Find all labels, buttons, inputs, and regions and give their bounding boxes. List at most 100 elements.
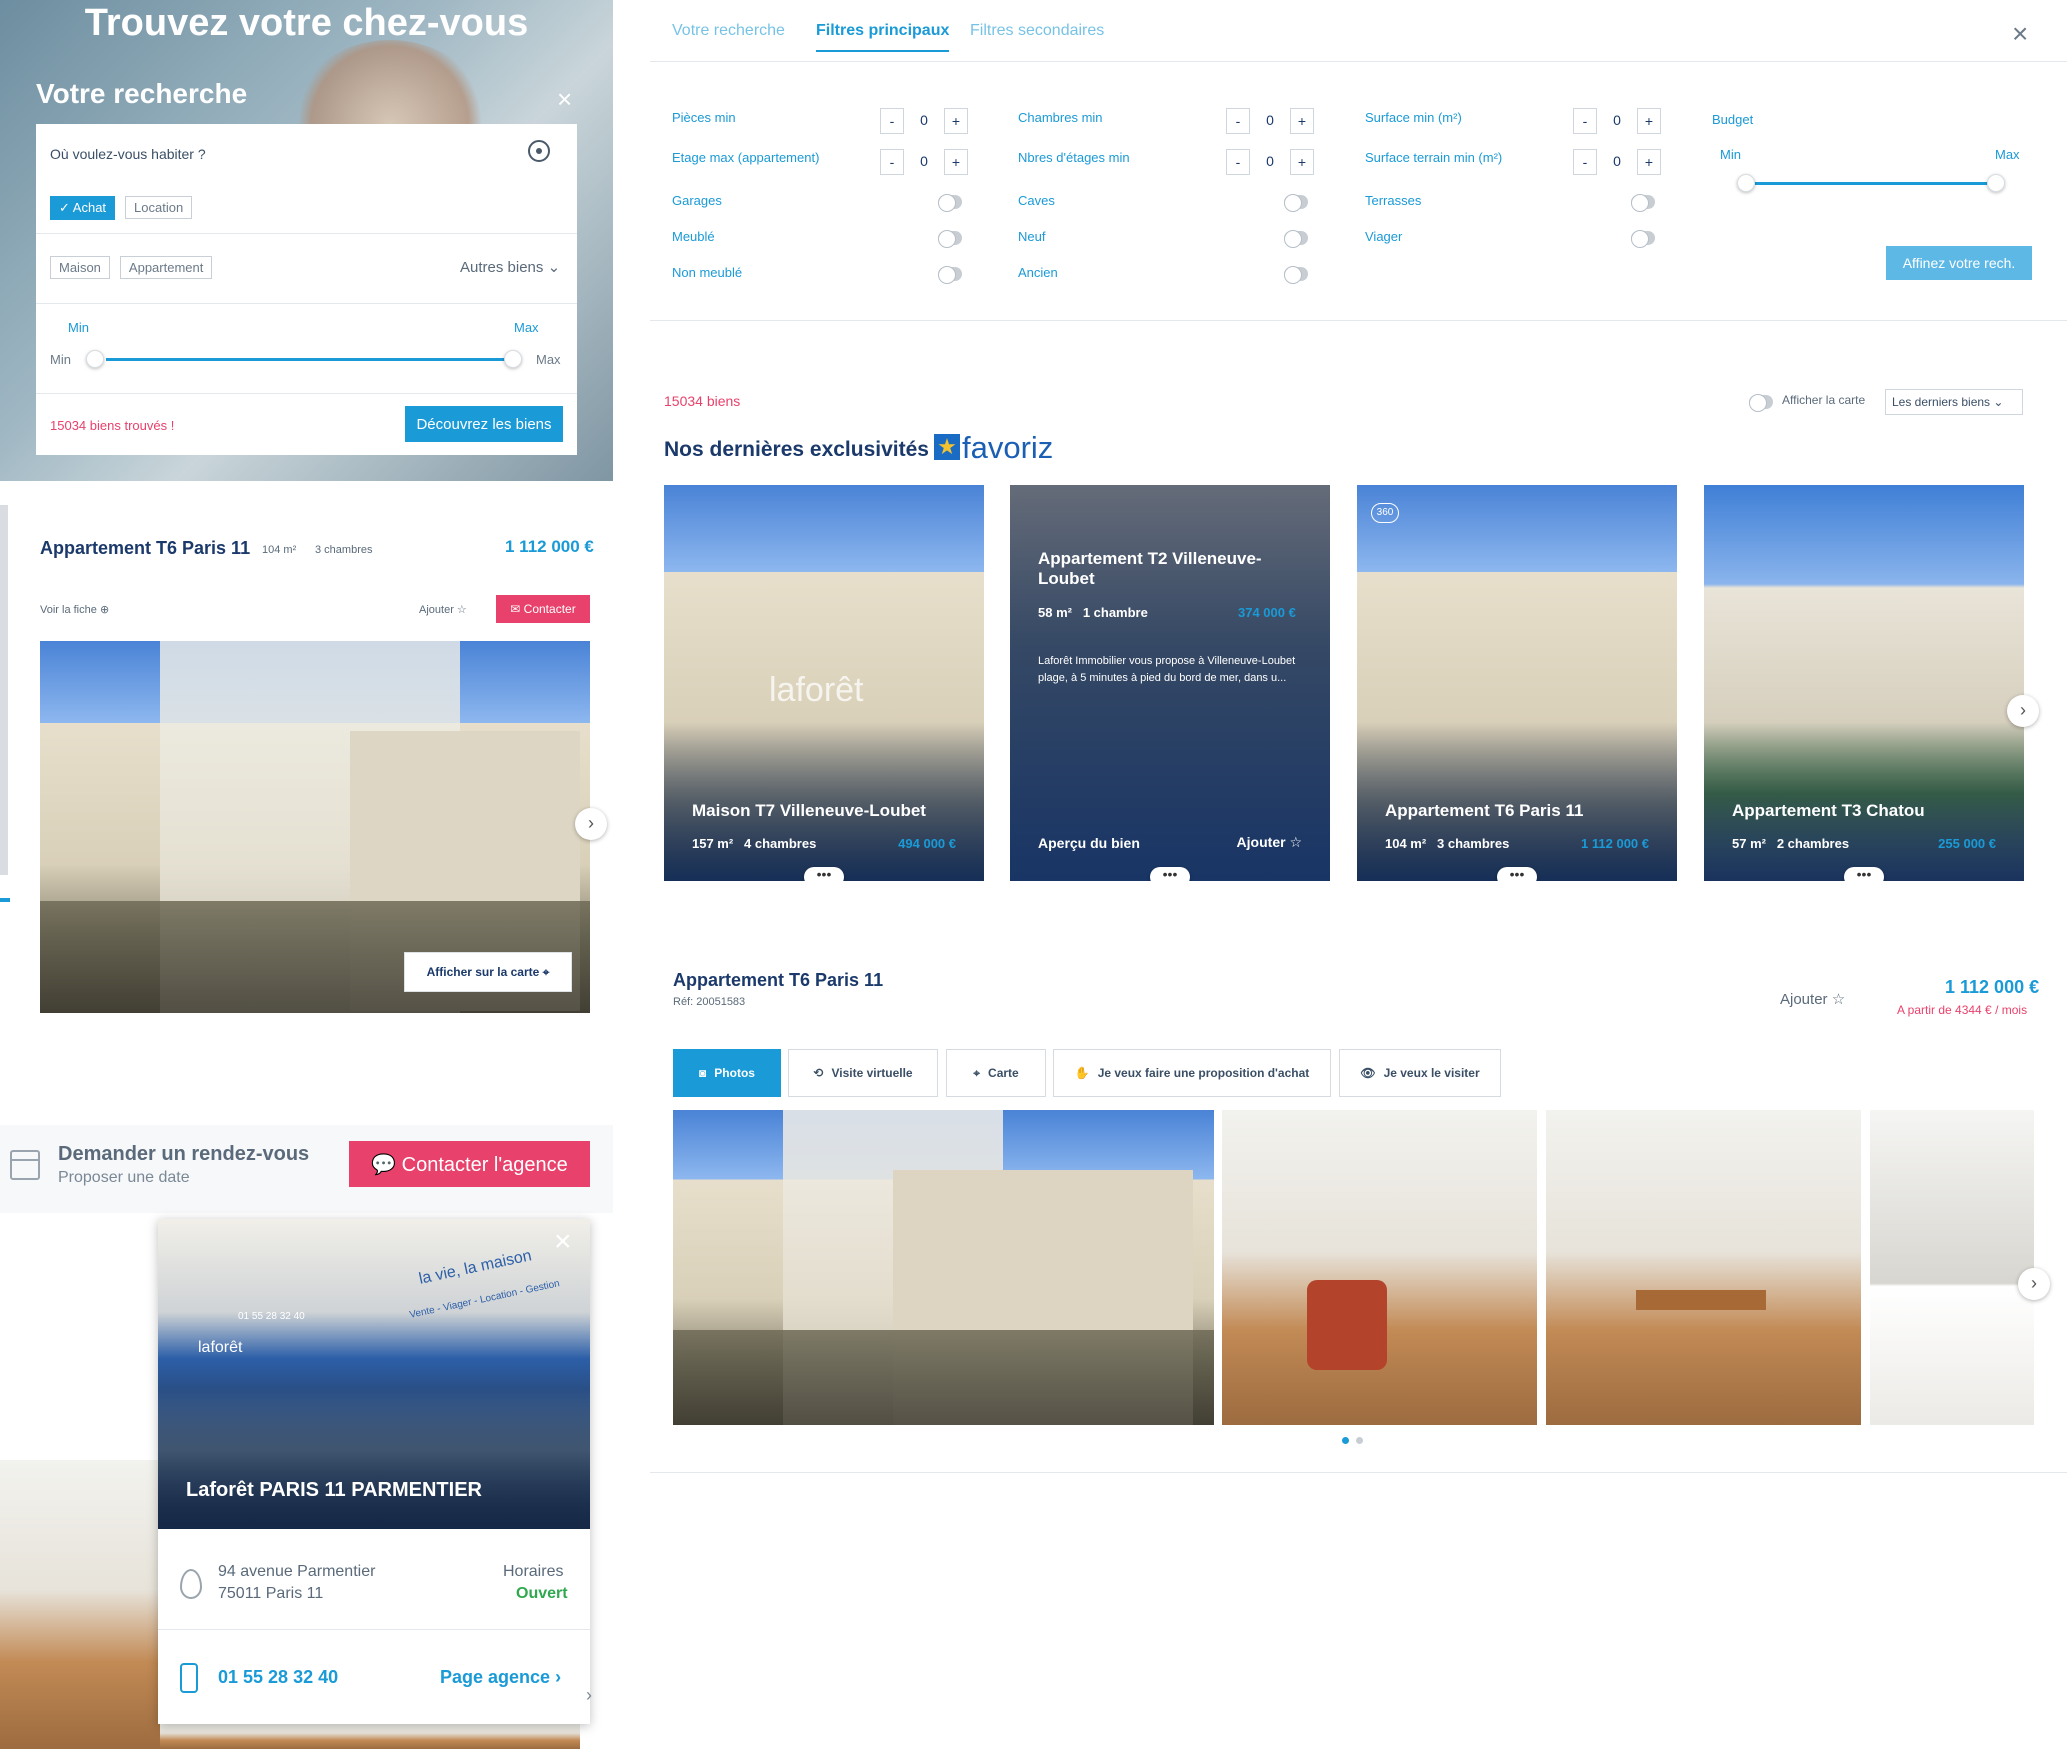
appointment-title[interactable]: Demander un rendez-vous: [58, 1143, 309, 1166]
more-options-button[interactable]: •••: [1497, 867, 1537, 881]
minus-button[interactable]: -: [1573, 149, 1597, 175]
next-photo-button[interactable]: ›: [575, 808, 607, 840]
contact-agency-button[interactable]: 💬 Contacter l'agence: [349, 1141, 590, 1187]
add-favorite-button[interactable]: Ajouter ☆: [1237, 834, 1302, 851]
tab-photos-label: Photos: [714, 1066, 755, 1080]
budget-max-handle[interactable]: [504, 350, 522, 368]
close-icon[interactable]: ×: [557, 84, 572, 115]
chambres-min-stepper[interactable]: -0 +: [1226, 108, 1318, 134]
tab-achat[interactable]: ✓ Achat: [50, 196, 116, 220]
show-on-map-button[interactable]: Afficher sur la carte ⌖: [404, 952, 572, 992]
surface-terrain-stepper[interactable]: -0 +: [1573, 149, 1665, 175]
tab-filtres-secondaires[interactable]: Filtres secondaires: [970, 22, 1104, 40]
tab-photos[interactable]: ◙ Photos: [673, 1049, 781, 1097]
minus-button[interactable]: -: [1226, 149, 1250, 175]
show-on-map-label: Afficher sur la carte: [426, 964, 540, 979]
exclusive-card[interactable]: 360 Appartement T6 Paris 11 104 m² 3 cha…: [1357, 485, 1677, 881]
contact-button[interactable]: ✉ Contacter: [496, 595, 590, 623]
filter-etage-max: Etage max (appartement): [672, 150, 820, 165]
tab-virtual-visit[interactable]: ⟲ Visite virtuelle: [788, 1049, 938, 1097]
exclusive-area: 157 m²: [692, 836, 734, 851]
tab-votre-recherche[interactable]: Votre recherche: [672, 22, 785, 40]
carousel-dot-active[interactable]: [1342, 1437, 1349, 1444]
agency-card: la vie, la maison Vente - Viager - Locat…: [158, 1219, 590, 1724]
plus-button[interactable]: +: [944, 149, 968, 175]
chat-icon: 💬: [371, 1153, 402, 1176]
detail-photo-dining[interactable]: [1546, 1110, 1861, 1425]
show-map-toggle[interactable]: [1749, 394, 1773, 412]
refine-search-button[interactable]: Affinez votre rech.: [1886, 246, 2032, 280]
ancien-toggle[interactable]: [1284, 266, 1308, 284]
chevron-right-icon[interactable]: ›: [586, 1685, 592, 1706]
close-icon[interactable]: ×: [554, 1225, 572, 1259]
pieces-min-stepper[interactable]: -0 +: [880, 108, 972, 134]
budget-min-label: Min: [68, 320, 89, 335]
surface-min-stepper[interactable]: -0 +: [1573, 108, 1665, 134]
exclusive-card[interactable]: Appartement T3 Chatou 57 m² 2 chambres 2…: [1704, 485, 2024, 881]
geolocate-icon[interactable]: [528, 140, 550, 162]
view-details-link[interactable]: Voir la fiche ⊕: [40, 603, 109, 616]
close-icon[interactable]: ×: [2012, 18, 2028, 50]
detail-photo-main[interactable]: [673, 1110, 1214, 1425]
budget-min-handle[interactable]: [1737, 174, 1755, 192]
exclusive-card[interactable]: laforêt Maison T7 Villeneuve-Loubet 157 …: [664, 485, 984, 881]
plus-button[interactable]: +: [1290, 108, 1314, 134]
garages-toggle[interactable]: [938, 194, 962, 212]
star-icon: ☆: [456, 604, 467, 616]
detail-monthly[interactable]: A partir de 4344 € / mois: [1897, 1003, 2027, 1017]
more-options-button[interactable]: •••: [1844, 867, 1884, 881]
stepper-value: 0: [1613, 153, 1621, 169]
minus-button[interactable]: -: [880, 108, 904, 134]
more-options-button[interactable]: •••: [1150, 867, 1190, 881]
tab-filtres-principaux[interactable]: Filtres principaux: [816, 22, 950, 52]
budget-min-handle[interactable]: [86, 350, 104, 368]
neuf-toggle[interactable]: [1284, 230, 1308, 248]
detail-add-favorite[interactable]: Ajouter ☆: [1780, 990, 1845, 1008]
exclusive-card[interactable]: Appartement T2 Villeneuve-Loubet 58 m² 1…: [1010, 485, 1330, 881]
minus-button[interactable]: -: [1226, 108, 1250, 134]
more-options-button[interactable]: •••: [804, 867, 844, 881]
viager-toggle[interactable]: [1631, 230, 1655, 248]
hand-icon: ✋: [1074, 1066, 1090, 1080]
location-input[interactable]: Où voulez-vous habiter ?: [50, 146, 206, 162]
type-appartement[interactable]: Appartement: [119, 256, 213, 279]
discover-button[interactable]: Découvrez les biens: [405, 406, 563, 442]
tab-map[interactable]: ⌖ Carte: [946, 1049, 1046, 1097]
exclusive-meta: 58 m² 1 chambre: [1038, 605, 1148, 620]
sort-label: Les derniers biens: [1892, 395, 1991, 409]
next-photo-button[interactable]: ›: [2018, 1268, 2050, 1300]
type-maison[interactable]: Maison: [50, 256, 110, 279]
tab-location[interactable]: Location: [125, 196, 193, 219]
minus-button[interactable]: -: [880, 149, 904, 175]
plus-button[interactable]: +: [1637, 149, 1661, 175]
non-meuble-toggle[interactable]: [938, 266, 962, 284]
nbres-etages-stepper[interactable]: -0 +: [1226, 149, 1318, 175]
etage-max-stepper[interactable]: -0 +: [880, 149, 972, 175]
other-types-dropdown[interactable]: Autres biens ⌄: [460, 258, 560, 276]
budget-max-label: Max: [514, 320, 539, 335]
next-exclusives-button[interactable]: ›: [2007, 695, 2039, 727]
add-favorite-button[interactable]: Ajouter ☆: [419, 603, 467, 616]
detail-photo-kitchen[interactable]: [1870, 1110, 2034, 1425]
agency-phone[interactable]: 01 55 28 32 40: [218, 1667, 338, 1688]
plus-button[interactable]: +: [1637, 108, 1661, 134]
budget-max-handle[interactable]: [1987, 174, 2005, 192]
tab-purchase-offer[interactable]: ✋ Je veux faire une proposition d'achat: [1053, 1049, 1331, 1097]
hours-label[interactable]: Horaires: [503, 1563, 563, 1581]
budget-label: Budget: [1712, 112, 1754, 127]
minus-button[interactable]: -: [1573, 108, 1597, 134]
terrasses-toggle[interactable]: [1631, 194, 1655, 212]
listing-title[interactable]: Appartement T6 Paris 11: [40, 538, 250, 559]
preview-link[interactable]: Aperçu du bien: [1038, 835, 1140, 851]
agency-page-link[interactable]: Page agence ›: [440, 1667, 561, 1688]
carousel-dot[interactable]: [1356, 1437, 1363, 1444]
plus-button[interactable]: +: [1290, 149, 1314, 175]
meuble-toggle[interactable]: [938, 230, 962, 248]
detail-photo-living[interactable]: [1222, 1110, 1537, 1425]
caves-toggle[interactable]: [1284, 194, 1308, 212]
tab-visit-request[interactable]: 👁 Je veux le visiter: [1339, 1049, 1501, 1097]
phone-icon: [180, 1663, 198, 1693]
laforet-watermark: laforêt: [769, 671, 864, 709]
plus-button[interactable]: +: [944, 108, 968, 134]
sort-dropdown[interactable]: Les derniers biens ⌄: [1885, 389, 2023, 415]
